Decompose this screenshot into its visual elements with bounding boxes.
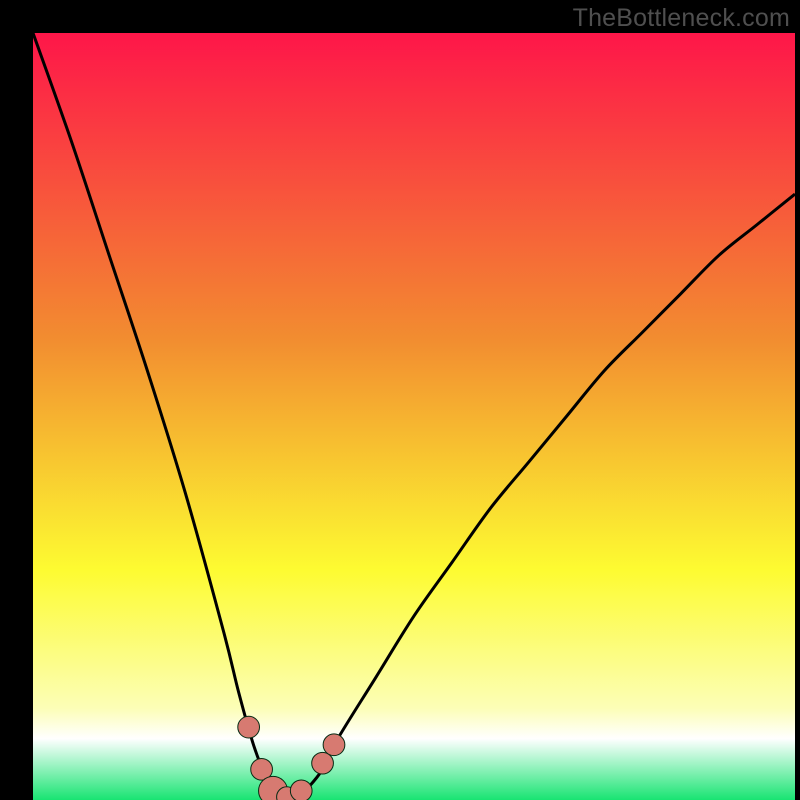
- outer-frame: TheBottleneck.com: [0, 0, 800, 800]
- chart-svg: [33, 33, 795, 800]
- watermark-text: TheBottleneck.com: [573, 4, 790, 33]
- dot-right-lower: [290, 780, 312, 800]
- dot-right-upper: [312, 752, 334, 774]
- plot-area: [33, 33, 795, 800]
- gradient-background: [33, 33, 795, 800]
- dot-right-top: [323, 734, 345, 756]
- dot-left-upper: [238, 716, 260, 738]
